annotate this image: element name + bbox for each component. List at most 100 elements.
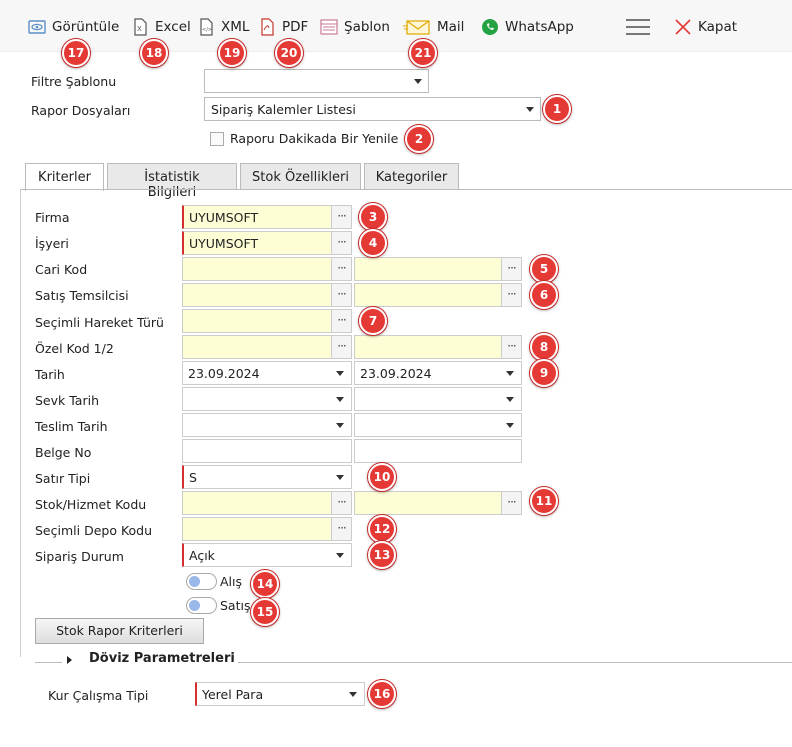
annotation-badge: 14 [251, 570, 279, 598]
sevk-tarih-from-select[interactable] [182, 387, 352, 411]
chevron-down-icon [349, 692, 357, 697]
ozel-kod-1-lookup-button[interactable]: ··· [331, 335, 352, 359]
chevron-down-icon [414, 79, 422, 84]
stok-kodu-from-lookup-button[interactable]: ··· [331, 491, 352, 515]
tab-label: Kategoriler [375, 170, 448, 185]
stok-kodu-to-field[interactable] [354, 491, 502, 515]
alis-toggle[interactable] [186, 573, 217, 590]
annotation-badge: 11 [530, 487, 558, 515]
template-icon [320, 19, 338, 35]
close-button[interactable]: Kapat [674, 17, 737, 37]
menu-icon[interactable] [626, 19, 650, 35]
annotation-badge: 16 [368, 680, 396, 708]
close-icon [675, 19, 691, 35]
satir-tipi-select[interactable]: S [182, 465, 352, 489]
mail-label: Mail [437, 19, 465, 35]
excel-button[interactable]: X Excel [131, 17, 191, 37]
ozel-kod-2-field[interactable] [354, 335, 502, 359]
stok-rapor-kriterleri-button[interactable]: Stok Rapor Kriterleri [35, 618, 204, 644]
chevron-down-icon [336, 397, 344, 402]
ozel-kod-2-lookup-button[interactable]: ··· [501, 335, 522, 359]
whatsapp-label: WhatsApp [505, 19, 574, 35]
belge-no-from-field[interactable] [182, 439, 352, 463]
siparis-durum-select[interactable]: Açık [182, 543, 352, 567]
satis-temsilcisi-from-lookup-button[interactable]: ··· [331, 283, 352, 307]
firma-label: Firma [35, 210, 70, 225]
annotation-badge: 18 [140, 39, 168, 67]
kur-value: Yerel Para [202, 687, 264, 702]
satis-temsilcisi-to-lookup-button[interactable]: ··· [501, 283, 522, 307]
tab-istatistik[interactable]: İstatistik Bilgileri [107, 163, 237, 200]
chevron-down-icon [336, 553, 344, 558]
depo-kodu-field[interactable] [182, 517, 332, 541]
refresh-checkbox[interactable] [210, 132, 224, 146]
tab-divider [20, 189, 792, 190]
alis-label: Alış [220, 574, 243, 589]
pdf-label: PDF [282, 19, 309, 35]
mail-icon [403, 20, 430, 35]
isyeri-value: UYUMSOFT [189, 236, 259, 251]
stok-kodu-to-lookup-button[interactable]: ··· [501, 491, 522, 515]
xml-button[interactable]: </> XML [197, 17, 249, 37]
cari-kod-from-field[interactable] [182, 257, 332, 281]
kur-select[interactable]: Yerel Para [195, 682, 365, 706]
view-button[interactable]: Görüntüle [28, 17, 119, 37]
report-files-select[interactable]: Sipariş Kalemler Listesi [204, 97, 541, 121]
tarih-to-select[interactable]: 23.09.2024 [354, 361, 522, 385]
annotation-badge: 21 [409, 39, 437, 67]
sevk-tarih-to-select[interactable] [354, 387, 522, 411]
tarih-from-select[interactable]: 23.09.2024 [182, 361, 352, 385]
refresh-label: Raporu Dakikada Bir Yenile [230, 131, 399, 146]
isyeri-field[interactable]: UYUMSOFT [182, 231, 332, 255]
tab-stok-ozellikleri[interactable]: Stok Özellikleri [240, 163, 361, 190]
belge-no-to-field[interactable] [354, 439, 522, 463]
template-button[interactable]: Şablon [320, 17, 390, 37]
pdf-icon [261, 18, 274, 36]
excel-label: Excel [155, 19, 191, 35]
toggle-knob [189, 600, 200, 611]
doviz-section-title[interactable]: Döviz Parametreleri [89, 651, 235, 666]
teslim-tarih-from-select[interactable] [182, 413, 352, 437]
stok-kodu-label: Stok/Hizmet Kodu [35, 497, 147, 512]
hareket-turu-label: Seçimli Hareket Türü [35, 315, 164, 330]
annotation-badge: 4 [359, 229, 387, 257]
close-label: Kapat [698, 19, 738, 35]
stok-kodu-from-field[interactable] [182, 491, 332, 515]
satis-temsilcisi-label: Satış Temsilcisi [35, 288, 129, 303]
ozel-kod-1-field[interactable] [182, 335, 332, 359]
isyeri-lookup-button[interactable]: ··· [331, 231, 352, 255]
satis-temsilcisi-from-field[interactable] [182, 283, 332, 307]
mail-button[interactable]: Mail [403, 17, 464, 37]
cari-kod-to-field[interactable] [354, 257, 502, 281]
report-files-label: Rapor Dosyaları [31, 103, 131, 118]
firma-field[interactable]: UYUMSOFT [182, 205, 332, 229]
pdf-button[interactable]: PDF [258, 17, 308, 37]
teslim-tarih-to-select[interactable] [354, 413, 522, 437]
whatsapp-button[interactable]: WhatsApp [481, 17, 574, 37]
cari-kod-from-lookup-button[interactable]: ··· [331, 257, 352, 281]
expand-arrow-icon[interactable] [67, 656, 72, 664]
chevron-down-icon [336, 475, 344, 480]
tab-label: Kriterler [38, 170, 91, 185]
annotation-badge: 19 [218, 39, 246, 67]
depo-kodu-lookup-button[interactable]: ··· [331, 517, 352, 541]
satis-toggle[interactable] [186, 597, 217, 614]
satis-label: Satış [220, 598, 251, 613]
tab-kriterler[interactable]: Kriterler [25, 163, 104, 191]
chevron-down-icon [336, 423, 344, 428]
sevk-tarih-label: Sevk Tarih [35, 393, 99, 408]
cari-kod-to-lookup-button[interactable]: ··· [501, 257, 522, 281]
kur-label: Kur Çalışma Tipi [48, 688, 149, 703]
toolbar: Görüntüle X Excel </> XML PDF Şablon Mai… [0, 0, 792, 52]
annotation-badge: 8 [530, 333, 558, 361]
chevron-down-icon [506, 423, 514, 428]
satis-temsilcisi-to-field[interactable] [354, 283, 502, 307]
annotation-badge: 10 [368, 463, 396, 491]
annotation-badge: 2 [405, 125, 433, 153]
firma-lookup-button[interactable]: ··· [331, 205, 352, 229]
filter-template-select[interactable] [204, 69, 429, 93]
hareket-turu-lookup-button[interactable]: ··· [331, 309, 352, 333]
tab-kategoriler[interactable]: Kategoriler [364, 163, 459, 190]
ozel-kod-label: Özel Kod 1/2 [35, 341, 114, 356]
hareket-turu-field[interactable] [182, 309, 332, 333]
